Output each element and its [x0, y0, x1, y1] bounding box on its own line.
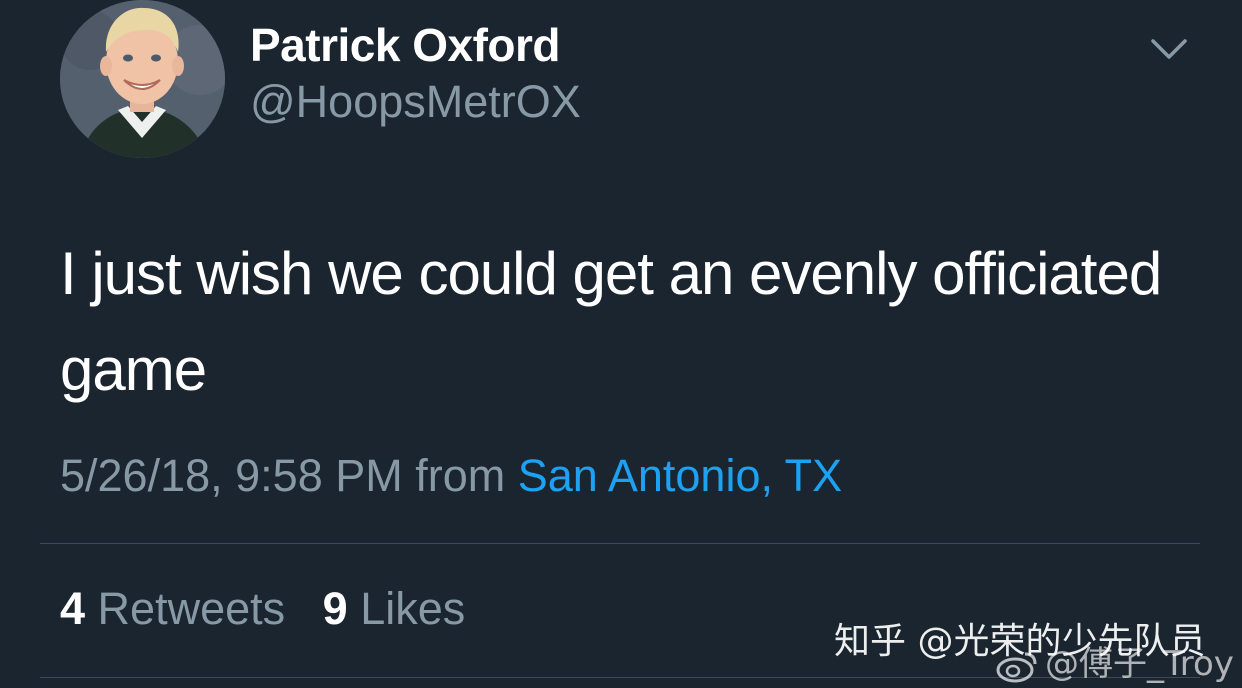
weibo-watermark: @傅子_Troy: [995, 636, 1234, 685]
avatar-photo-icon: [60, 0, 225, 158]
tweet-timestamp: 5/26/18, 9:58 PM: [60, 450, 403, 501]
engagement-stats: 4 Retweets 9 Likes: [60, 583, 465, 635]
likes-label: Likes: [360, 583, 466, 634]
tweet-text: I just wish we could get an evenly offic…: [60, 240, 1162, 403]
retweets-count: 4: [60, 583, 86, 634]
likes-count: 9: [322, 583, 348, 634]
retweets-label: Retweets: [97, 583, 286, 634]
avatar[interactable]: [60, 0, 225, 158]
weibo-logo-icon: [996, 652, 1037, 682]
from-label: from: [415, 450, 506, 501]
user-handle[interactable]: @HoopsMetrOX: [250, 76, 581, 128]
tweet-detail: Patrick Oxford @HoopsMetrOX I just wish …: [0, 0, 1242, 688]
tweet-meta: 5/26/18, 9:58 PM from San Antonio, TX: [60, 450, 842, 502]
display-name[interactable]: Patrick Oxford: [250, 18, 561, 72]
chevron-down-icon[interactable]: [1150, 36, 1188, 62]
weibo-handle: @傅子_Troy: [1045, 644, 1234, 684]
location-link[interactable]: San Antonio, TX: [518, 450, 842, 501]
retweets-stat[interactable]: 4 Retweets: [60, 583, 298, 634]
divider: [40, 543, 1200, 544]
likes-stat[interactable]: 9 Likes: [323, 583, 466, 634]
